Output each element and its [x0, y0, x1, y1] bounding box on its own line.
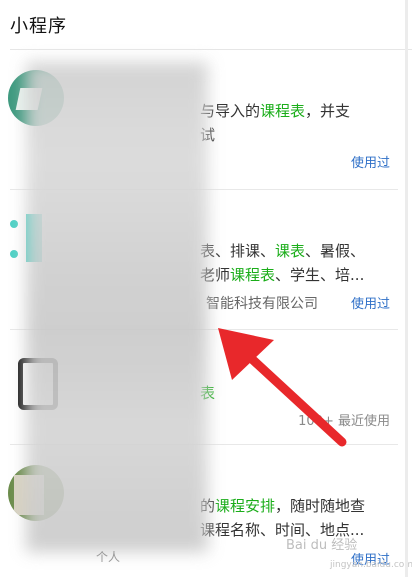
result-desc-line-2: 试 — [200, 124, 396, 146]
used-badge: 使用过 — [350, 156, 390, 171]
used-badge: 使用过 — [350, 297, 390, 312]
blur-redaction — [26, 62, 208, 552]
section-title: 小程序 — [10, 16, 67, 37]
result-desc-line-1: 的课程安排，随时随地查 — [200, 497, 366, 515]
header: 小程序 — [0, 0, 412, 50]
red-arrow-annotation — [218, 328, 347, 447]
result-desc-line-1: 表、排课、课表、暑假、 — [200, 242, 366, 260]
scrollbar[interactable] — [405, 0, 408, 577]
bottom-hint: 个人 — [96, 550, 121, 564]
result-desc-line-1: 与导入的课程表，并支 — [200, 102, 351, 120]
result-desc-line-2: 老师课程表、学生、培... — [200, 266, 365, 284]
watermark-url: jingyan.baidu.com — [330, 560, 412, 570]
watermark: Bai du 经验 — [286, 538, 358, 553]
